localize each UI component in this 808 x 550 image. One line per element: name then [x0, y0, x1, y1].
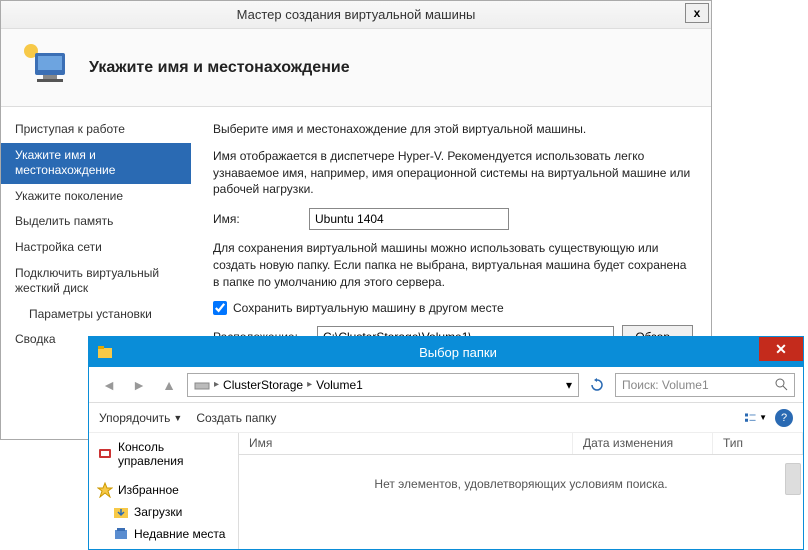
wizard-title: Мастер создания виртуальной машины	[237, 7, 476, 22]
recent-icon	[113, 526, 129, 542]
sidebar-item-disk[interactable]: Подключить виртуальный жесткий диск	[1, 261, 191, 302]
picker-body: Консоль управления Избранное Загрузки Не…	[89, 433, 803, 549]
sidebar-item-name-location[interactable]: Укажите имя и местонахождение	[1, 143, 191, 184]
empty-message: Нет элементов, удовлетворяющих условиям …	[239, 455, 803, 513]
list-header: Имя Дата изменения Тип	[239, 433, 803, 455]
storage-text: Для сохранения виртуальной машины можно …	[213, 240, 693, 290]
picker-title: Выбор папки	[121, 345, 795, 360]
folder-icon	[97, 344, 113, 360]
help-button[interactable]: ?	[775, 409, 793, 427]
view-button[interactable]: ▼	[745, 407, 767, 429]
chevron-right-icon: ▸	[214, 379, 219, 390]
sidebar-item-generation[interactable]: Укажите поколение	[1, 184, 191, 210]
name-input[interactable]	[309, 208, 509, 230]
chevron-right-icon: ▸	[307, 379, 312, 390]
close-button[interactable]: x	[685, 3, 709, 23]
picker-close-button[interactable]: ✕	[759, 337, 803, 361]
sidebar-item-install-options[interactable]: Параметры установки	[1, 302, 191, 328]
col-name[interactable]: Имя	[239, 433, 573, 454]
picker-nav: ◄ ► ▲ ▸ ClusterStorage ▸ Volume1 ▾ Поиск…	[89, 367, 803, 403]
wizard-header: Укажите имя и местонахождение	[1, 29, 711, 107]
drive-icon	[194, 377, 210, 393]
folder-picker-window: Выбор папки ✕ ◄ ► ▲ ▸ ClusterStorage ▸ V…	[88, 336, 804, 550]
name-row: Имя:	[213, 208, 693, 230]
search-placeholder: Поиск: Volume1	[622, 378, 709, 392]
tree-recent[interactable]: Недавние места	[97, 523, 230, 545]
new-folder-button[interactable]: Создать папку	[196, 411, 276, 425]
checkbox-row: Сохранить виртуальную машину в другом ме…	[213, 301, 693, 315]
picker-titlebar: Выбор папки ✕	[89, 337, 803, 367]
intro-text-2: Имя отображается в диспетчере Hyper-V. Р…	[213, 148, 693, 198]
col-type[interactable]: Тип	[713, 433, 803, 454]
sidebar-item-start[interactable]: Приступая к работе	[1, 117, 191, 143]
intro-text-1: Выберите имя и местонахождение для этой …	[213, 121, 693, 138]
checkbox-label: Сохранить виртуальную машину в другом ме…	[233, 301, 504, 315]
crumb-volume1[interactable]: Volume1	[316, 378, 363, 392]
console-icon	[97, 446, 113, 462]
name-label: Имя:	[213, 212, 309, 226]
tree-downloads[interactable]: Загрузки	[97, 501, 230, 523]
organize-menu[interactable]: Упорядочить▼	[99, 411, 182, 425]
scrollbar-thumb[interactable]	[785, 463, 801, 495]
wizard-titlebar: Мастер создания виртуальной машины x	[1, 1, 711, 29]
chevron-down-icon: ▼	[173, 413, 182, 423]
refresh-button[interactable]	[585, 373, 609, 397]
forward-button[interactable]: ►	[127, 373, 151, 397]
back-button[interactable]: ◄	[97, 373, 121, 397]
tree-favorites[interactable]: Избранное	[97, 479, 230, 501]
up-button[interactable]: ▲	[157, 373, 181, 397]
search-input[interactable]: Поиск: Volume1	[615, 373, 795, 397]
col-date[interactable]: Дата изменения	[573, 433, 713, 454]
sidebar-item-network[interactable]: Настройка сети	[1, 235, 191, 261]
search-icon	[775, 378, 788, 391]
tree-panel: Консоль управления Избранное Загрузки Не…	[89, 433, 239, 549]
star-icon	[97, 482, 113, 498]
wizard-heading: Укажите имя и местонахождение	[89, 59, 350, 77]
crumb-clusterstorage[interactable]: ClusterStorage	[223, 378, 303, 392]
downloads-icon	[113, 504, 129, 520]
file-list: Имя Дата изменения Тип Нет элементов, уд…	[239, 433, 803, 549]
chevron-down-icon[interactable]: ▾	[566, 378, 572, 392]
tree-console[interactable]: Консоль управления	[97, 437, 230, 471]
other-location-checkbox[interactable]	[213, 301, 227, 315]
breadcrumb-bar[interactable]: ▸ ClusterStorage ▸ Volume1 ▾	[187, 373, 579, 397]
picker-toolbar: Упорядочить▼ Создать папку ▼ ?	[89, 403, 803, 433]
wizard-vm-icon	[19, 41, 73, 95]
sidebar-item-memory[interactable]: Выделить память	[1, 209, 191, 235]
